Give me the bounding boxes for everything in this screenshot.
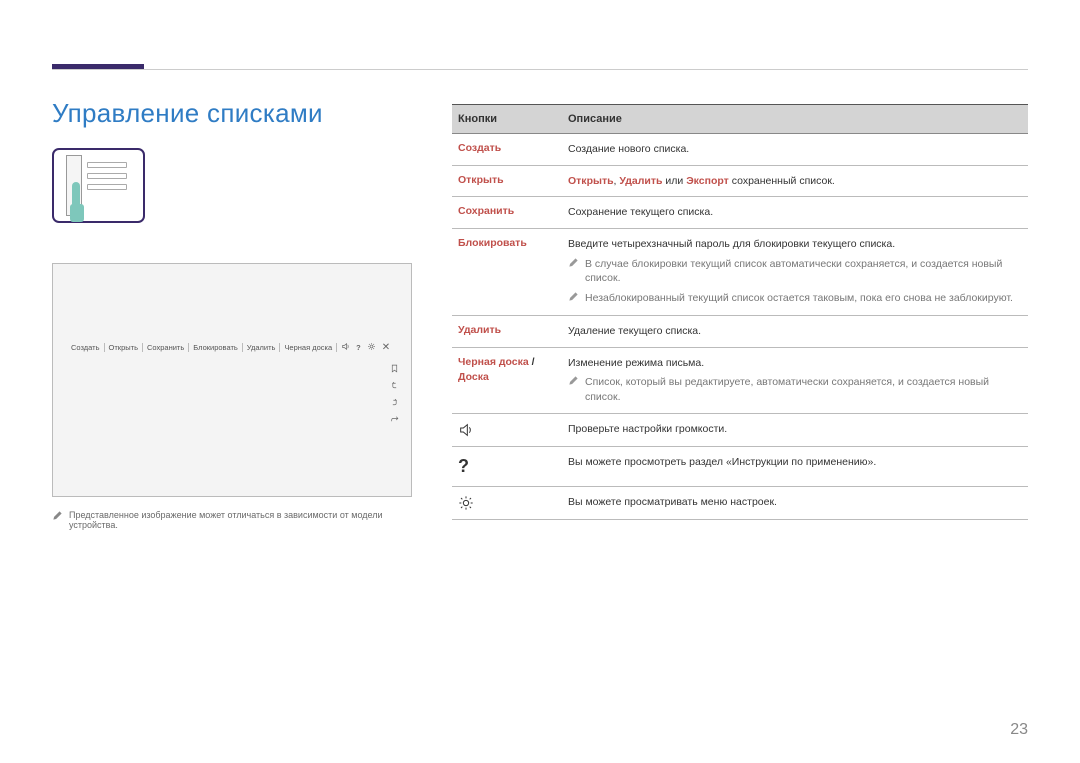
btn-save-desc: Сохранение текущего списка. — [562, 197, 1028, 228]
close-icon: ✕ — [382, 342, 390, 353]
lock-note-1: В случае блокировки текущий список автом… — [568, 257, 1022, 286]
page-number: 23 — [1010, 721, 1028, 739]
gear-icon — [367, 342, 376, 353]
th-buttons: Кнопки — [452, 105, 562, 133]
buttons-table: Кнопки Описание Создать Создание нового … — [452, 104, 1028, 520]
th-description: Описание — [562, 105, 1028, 133]
screenshot-menu-create: Создать — [67, 343, 105, 352]
table-row-lock: Блокировать Введите четырехзначный парол… — [452, 229, 1028, 316]
screenshot-footnote: Представленное изображение может отличат… — [52, 510, 412, 530]
open-part1: Открыть — [568, 175, 614, 187]
pencil-icon — [52, 510, 63, 523]
screenshot-side-icons — [387, 364, 401, 426]
btn-board-label: Черная доска / Доска — [452, 348, 562, 413]
btn-settings-desc: Вы можете просматривать меню настроек. — [562, 487, 1028, 519]
open-part3: Экспорт — [686, 175, 729, 187]
bookmark-icon — [387, 364, 401, 375]
gear-icon — [458, 495, 554, 511]
btn-open-label: Открыть — [452, 166, 562, 197]
screenshot-menu-open: Открыть — [105, 343, 143, 352]
table-row-help: ? Вы можете просмотреть раздел «Инструкц… — [452, 447, 1028, 487]
undo-icon — [387, 381, 401, 392]
screenshot-menu-delete: Удалить — [243, 343, 281, 352]
gesture-menu-lines — [87, 162, 127, 190]
pencil-icon — [568, 257, 579, 273]
table-row-open: Открыть Открыть, Удалить или Экспорт сох… — [452, 166, 1028, 198]
btn-save-label: Сохранить — [452, 197, 562, 228]
share-icon — [387, 415, 401, 426]
btn-delete-label: Удалить — [452, 316, 562, 347]
gesture-illustration — [52, 148, 145, 223]
help-icon: ? — [356, 343, 361, 352]
table-row-settings: Вы можете просматривать меню настроек. — [452, 487, 1028, 520]
btn-board-desc: Изменение режима письма. Список, который… — [562, 348, 1028, 413]
screenshot-menu-blackboard: Черная доска — [280, 343, 337, 352]
table-header: Кнопки Описание — [452, 105, 1028, 134]
btn-create-desc: Создание нового списка. — [562, 134, 1028, 165]
footnote-text: Представленное изображение может отличат… — [69, 510, 412, 530]
screenshot-menubar: Создать Открыть Сохранить Блокировать Уд… — [67, 342, 401, 353]
btn-volume-desc: Проверьте настройки громкости. — [562, 414, 1028, 446]
btn-lock-desc: Введите четырехзначный пароль для блокир… — [562, 229, 1028, 315]
redo-icon — [387, 398, 401, 409]
header-accent — [52, 64, 144, 69]
btn-help-desc: Вы можете просмотреть раздел «Инструкции… — [562, 447, 1028, 486]
btn-open-desc: Открыть, Удалить или Экспорт сохраненный… — [562, 166, 1028, 197]
btn-lock-label: Блокировать — [452, 229, 562, 315]
board-note-1: Список, который вы редактируете, автомат… — [568, 375, 1022, 404]
screenshot-menu-lock: Блокировать — [189, 343, 243, 352]
pencil-icon — [568, 291, 579, 307]
page-title: Управление списками — [52, 98, 323, 129]
table-row-create: Создать Создание нового списка. — [452, 134, 1028, 166]
btn-create-label: Создать — [452, 134, 562, 165]
gesture-hand — [72, 182, 80, 212]
screenshot-menu-save: Сохранить — [143, 343, 189, 352]
header-rule — [52, 64, 1028, 70]
volume-icon — [458, 422, 554, 438]
pencil-icon — [568, 375, 579, 391]
table-row-save: Сохранить Сохранение текущего списка. — [452, 197, 1028, 229]
table-row-board: Черная доска / Доска Изменение режима пи… — [452, 348, 1028, 414]
volume-icon — [341, 342, 350, 353]
lock-note-2: Незаблокированный текущий список остаетс… — [568, 291, 1022, 307]
device-screenshot: Создать Открыть Сохранить Блокировать Уд… — [52, 263, 412, 497]
lock-desc-main: Введите четырехзначный пароль для блокир… — [568, 237, 1022, 252]
btn-delete-desc: Удаление текущего списка. — [562, 316, 1028, 347]
table-row-volume: Проверьте настройки громкости. — [452, 414, 1028, 447]
help-icon: ? — [458, 455, 554, 478]
open-part2: Удалить — [619, 175, 662, 187]
table-row-delete: Удалить Удаление текущего списка. — [452, 316, 1028, 348]
